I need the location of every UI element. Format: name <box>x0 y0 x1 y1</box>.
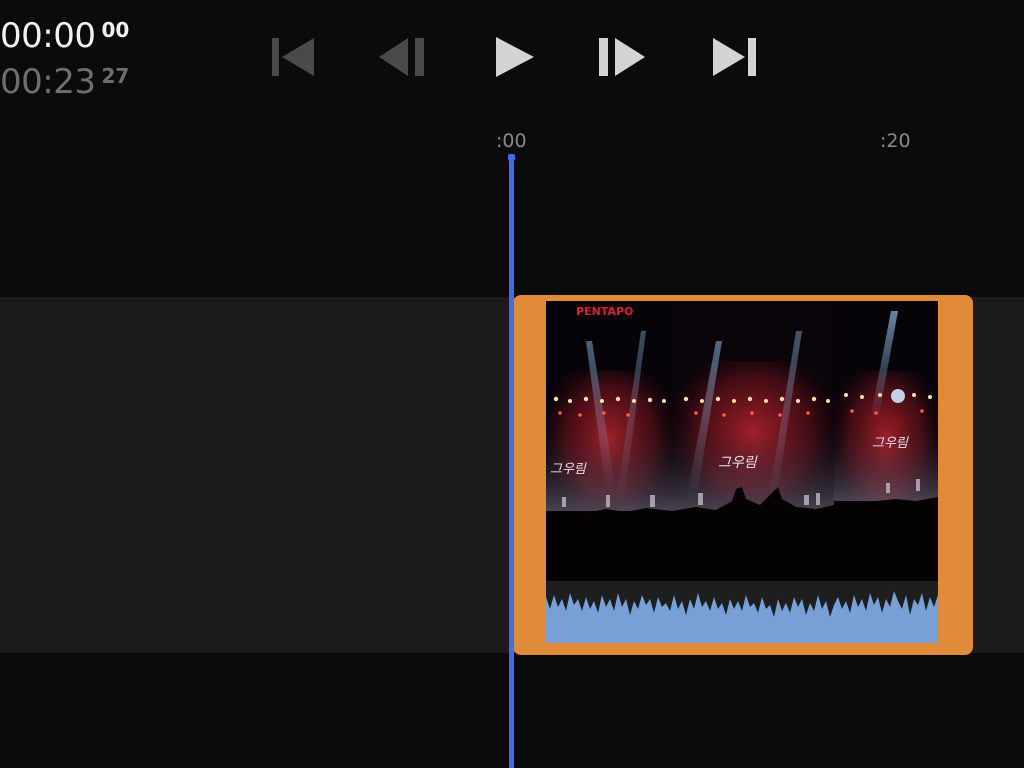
skip-to-start-button[interactable] <box>268 32 318 82</box>
clip-audio-waveform <box>546 581 938 643</box>
ruler-label-start: :00 <box>496 130 527 152</box>
play-icon <box>496 37 534 77</box>
playhead-cap[interactable] <box>508 154 515 161</box>
clip-trim-handle-right[interactable] <box>940 295 973 655</box>
skip-to-end-button[interactable] <box>709 32 759 82</box>
transport-controls <box>0 32 1024 82</box>
skip-to-end-icon <box>713 38 756 76</box>
step-back-frame-icon <box>379 38 424 76</box>
clip-trim-handle-left[interactable] <box>513 295 546 655</box>
skip-to-start-icon <box>272 38 314 76</box>
svg-text:그우림: 그우림 <box>718 455 758 471</box>
clip-video-thumbnails: 그우림 그우림 그우림 PENTAPO <box>546 301 938 581</box>
concert-thumbnail-strip: 그우림 그우림 그우림 PENTAPO <box>546 301 938 581</box>
step-back-frame-button[interactable] <box>377 32 427 82</box>
play-button[interactable] <box>489 32 539 82</box>
svg-text:그우림: 그우림 <box>550 462 587 477</box>
clip-frame-sign-text: PENTAPO <box>576 305 633 318</box>
step-forward-frame-button[interactable] <box>597 32 647 82</box>
audio-waveform-graphic <box>546 581 938 617</box>
ruler-label-20s: :20 <box>880 130 911 152</box>
svg-text:그우림: 그우림 <box>872 436 909 451</box>
playhead[interactable] <box>508 154 515 768</box>
step-forward-frame-icon <box>599 38 645 76</box>
selected-clip[interactable]: 그우림 그우림 그우림 PENTAPO <box>513 295 973 655</box>
